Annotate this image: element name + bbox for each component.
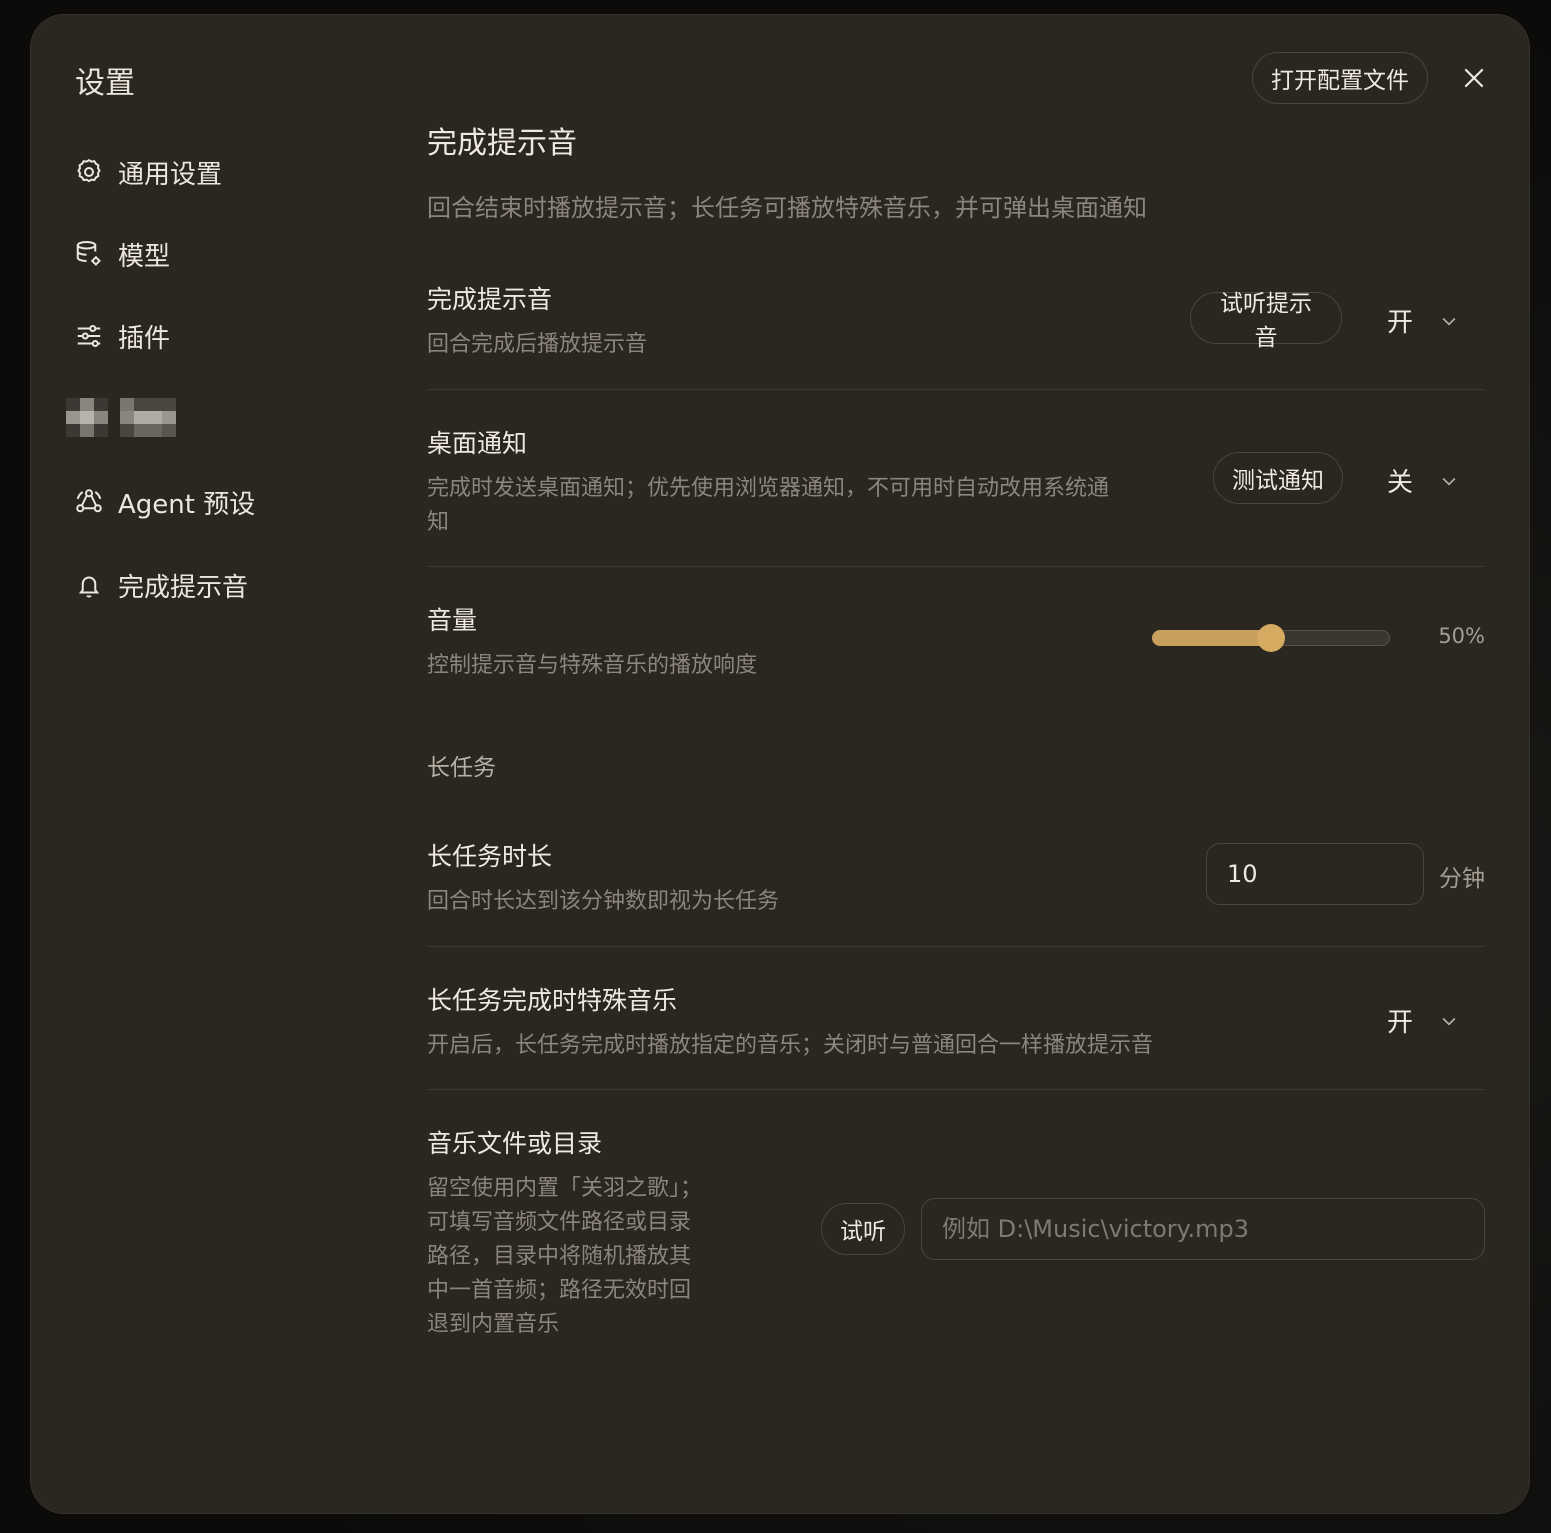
row-desktop-notify: 桌面通知 完成时发送桌面通知；优先使用浏览器通知，不可用时自动改用系统通知 <box>427 424 1117 540</box>
select-value: 关 <box>1386 468 1413 498</box>
database-gear-icon <box>74 239 104 269</box>
divider <box>427 946 1485 947</box>
bell-icon <box>74 570 104 600</box>
special-music-select[interactable]: 开 <box>1387 1002 1459 1039</box>
row-music-path: 音乐文件或目录 留空使用内置「关羽之歌」；可填写音频文件路径或目录路径，目录中将… <box>427 1124 707 1342</box>
select-value: 开 <box>1386 1008 1413 1038</box>
content-panel: 完成提示音 回合结束时播放提示音；长任务可播放特殊音乐，并可弹出桌面通知 完成提… <box>427 14 1485 1514</box>
sidebar-item-label: 模型 <box>118 241 171 272</box>
sidebar-item-label: 完成提示音 <box>118 572 249 603</box>
chevron-down-icon <box>1442 477 1456 486</box>
row-title: 长任务完成时特殊音乐 <box>427 986 678 1015</box>
row-description: 留空使用内置「关羽之歌」；可填写音频文件路径或目录路径，目录中将随机播放其中一首… <box>427 1176 703 1337</box>
dialog-title: 设置 <box>75 66 135 101</box>
preview-music-button[interactable]: 试听 <box>821 1203 905 1255</box>
sidebar-item-label: 通用设置 <box>118 159 223 190</box>
preview-sound-button[interactable]: 试听提示音 <box>1190 291 1342 351</box>
divider <box>427 1089 1485 1090</box>
row-description: 完成时发送桌面通知；优先使用浏览器通知，不可用时自动改用系统通知 <box>427 476 1110 535</box>
sidebar-item-plugins[interactable]: 插件 <box>74 308 170 364</box>
slider-thumb[interactable] <box>1257 624 1285 652</box>
row-description: 开启后，长任务完成时播放指定的音乐；关闭时与普通回合一样播放提示音 <box>427 1033 1154 1058</box>
completion-sound-select[interactable]: 开 <box>1387 302 1459 339</box>
music-path-input[interactable] <box>921 1198 1485 1260</box>
divider <box>427 389 1485 390</box>
sidebar-item-completion-sound[interactable]: 完成提示音 <box>74 557 248 613</box>
sidebar-item-model[interactable]: 模型 <box>74 226 170 282</box>
long-task-minutes-input[interactable] <box>1206 843 1424 905</box>
select-value: 开 <box>1386 308 1413 338</box>
chevron-down-icon <box>1442 1017 1456 1026</box>
row-title: 音乐文件或目录 <box>427 1129 603 1158</box>
gear-icon <box>74 157 104 187</box>
long-task-subheader: 长任务 <box>427 755 496 781</box>
settings-dialog: 设置 通用设置 模型 插件 Agent 预设 完成提示音 打开配置文件 完成提示… <box>30 14 1530 1514</box>
minutes-unit: 分钟 <box>1439 866 1485 892</box>
test-notify-button[interactable]: 测试通知 <box>1213 452 1343 504</box>
section-title: 完成提示音 <box>427 126 577 161</box>
redacted-item <box>66 398 178 438</box>
chevron-down-icon <box>1442 317 1456 326</box>
sidebar-item-agent-presets[interactable]: Agent 预设 <box>74 474 255 530</box>
sidebar-item-label: Agent 预设 <box>118 489 256 520</box>
volume-slider[interactable] <box>1152 624 1390 652</box>
row-special-music: 长任务完成时特殊音乐 开启后，长任务完成时播放指定的音乐；关闭时与普通回合一样播… <box>427 981 1485 1063</box>
section-description: 回合结束时播放提示音；长任务可播放特殊音乐，并可弹出桌面通知 <box>427 194 1147 222</box>
row-description: 控制提示音与特殊音乐的播放响度 <box>427 653 758 678</box>
sidebar-item-label: 插件 <box>118 323 171 354</box>
sliders-icon <box>74 321 104 351</box>
row-title: 桌面通知 <box>427 429 528 458</box>
sidebar: 设置 通用设置 模型 插件 Agent 预设 完成提示音 <box>30 14 350 1514</box>
agent-nodes-icon <box>74 487 104 517</box>
desktop-notify-select[interactable]: 关 <box>1387 462 1459 499</box>
divider <box>427 566 1485 567</box>
slider-fill <box>1152 630 1271 646</box>
sidebar-item-general[interactable]: 通用设置 <box>74 144 222 200</box>
volume-value: 50% <box>1438 624 1485 648</box>
